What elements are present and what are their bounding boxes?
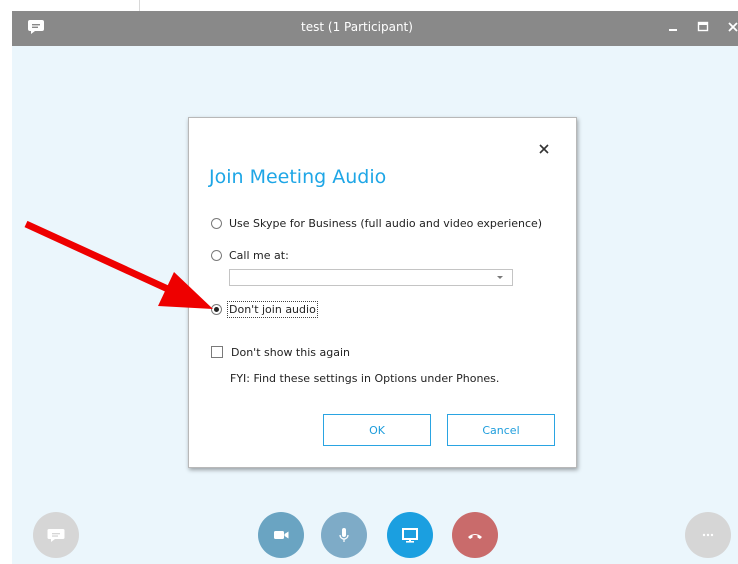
phone-hangup-icon [468,534,482,539]
dont-show-again-checkbox[interactable] [211,346,223,358]
more-icon [702,533,714,537]
dialog-title: Join Meeting Audio [209,166,387,188]
option-call-me-label: Call me at: [229,248,289,262]
close-icon [728,22,738,32]
minimize-icon [669,29,677,31]
chat-button[interactable] [33,512,79,558]
maximize-button[interactable] [694,18,712,36]
ok-button[interactable]: OK [323,414,431,446]
minimize-button[interactable] [664,18,682,36]
mute-button[interactable] [321,512,367,558]
microphone-icon [339,528,349,542]
chat-icon [47,529,65,542]
desktop-strip [0,0,738,11]
video-button[interactable] [258,512,304,558]
window-title: test (1 Participant) [301,20,413,34]
more-options-button[interactable] [685,512,731,558]
radio-dont-join-audio[interactable] [211,303,222,315]
radio-skype-audio[interactable] [211,217,222,229]
strip-divider [139,0,140,11]
option-skype-audio-label: Use Skype for Business (full audio and v… [229,216,543,230]
join-audio-dialog: Join Meeting Audio Use Skype for Busines… [188,117,577,468]
dont-show-again-label: Don't show this again [231,345,350,359]
monitor-icon [402,528,418,543]
close-window-button[interactable] [724,18,738,36]
cancel-button[interactable]: Cancel [447,414,555,446]
close-icon [539,144,549,154]
video-camera-icon [274,531,289,539]
call-me-number-dropdown[interactable] [229,269,513,286]
fyi-note: FYI: Find these settings in Options unde… [230,372,500,385]
dont-show-again-option[interactable]: Don't show this again [211,344,350,360]
share-screen-button[interactable] [387,512,433,558]
title-bar[interactable]: test (1 Participant) [12,11,738,46]
option-dont-join-audio[interactable]: Don't join audio [211,300,318,318]
option-skype-audio[interactable]: Use Skype for Business (full audio and v… [211,215,542,231]
hang-up-button[interactable] [452,512,498,558]
option-dont-join-audio-label: Don't join audio [227,300,318,318]
maximize-icon [697,21,709,32]
chevron-down-icon [497,276,503,279]
radio-call-me[interactable] [211,249,222,261]
option-call-me[interactable]: Call me at: [211,247,289,263]
dialog-close-button[interactable] [538,140,550,154]
